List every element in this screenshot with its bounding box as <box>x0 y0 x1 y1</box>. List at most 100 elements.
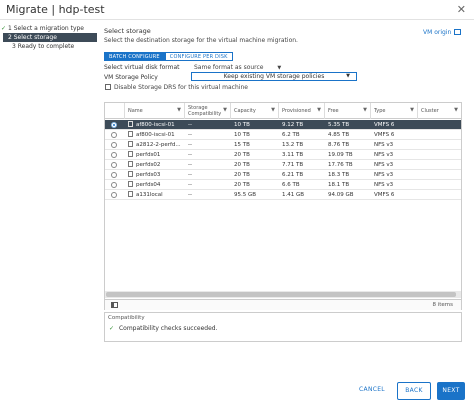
header-name[interactable]: Name ▼ <box>125 103 185 119</box>
cell-provisioned: 6.6 TB <box>279 180 325 190</box>
column-toggle-icon[interactable] <box>111 302 118 308</box>
step-label: 3 Ready to complete <box>12 43 75 50</box>
row-radio[interactable] <box>111 182 117 188</box>
cell-provisioned: 6.2 TB <box>279 130 325 140</box>
header-storage-compat[interactable]: Storage Compatibility ▼ <box>185 103 231 119</box>
filter-icon[interactable]: ▼ <box>271 107 275 114</box>
filter-icon[interactable]: ▼ <box>410 107 414 114</box>
step-select-migration-type[interactable]: ✓ 1 Select a migration type <box>0 24 100 33</box>
header-type[interactable]: Type ▼ <box>371 103 418 119</box>
dialog-title: Migrate | hdp-test <box>6 3 105 16</box>
cell-text: a2812-2-perfd... <box>136 142 181 148</box>
cell-text: -- <box>188 152 192 158</box>
cell-free: 18.1 TB <box>325 180 371 190</box>
check-icon: ✓ <box>109 325 115 332</box>
row-radio[interactable] <box>111 122 117 128</box>
cell-free: 18.3 TB <box>325 170 371 180</box>
back-button[interactable]: BACK <box>397 382 431 400</box>
header-cluster[interactable]: Cluster ▼ <box>418 103 461 119</box>
cell-cluster <box>418 180 461 190</box>
filter-icon[interactable]: ▼ <box>317 107 321 114</box>
filter-icon[interactable]: ▼ <box>363 107 367 114</box>
disable-drs-label: Disable Storage DRS for this virtual mac… <box>114 84 248 91</box>
header-capacity[interactable]: Capacity ▼ <box>231 103 279 119</box>
tab-batch-configure[interactable]: BATCH CONFIGURE <box>104 52 165 61</box>
datastore-icon <box>128 171 133 177</box>
section-description: Select the destination storage for the v… <box>104 37 298 44</box>
grid-footer: 8 items <box>105 299 461 310</box>
cell-text: NFS v3 <box>374 142 394 148</box>
cell-cluster <box>418 150 461 160</box>
cell-cluster <box>418 190 461 200</box>
cell-name: perfds03 <box>125 170 185 180</box>
tab-configure-per-disk[interactable]: CONFIGURE PER DISK <box>164 52 233 61</box>
cell-text: perfds03 <box>136 172 161 178</box>
cell-text: 4.85 TB <box>328 132 350 138</box>
grid-header: Name ▼ Storage Compatibility ▼ Capacity … <box>105 103 461 119</box>
cell-compat: -- <box>185 180 231 190</box>
step-select-storage[interactable]: 2 Select storage <box>3 33 97 42</box>
table-row[interactable]: af800-iscsi-01 -- 10 TB 6.2 TB 4.85 TB VMFS 6 <box>105 130 461 140</box>
cell-capacity: 20 TB <box>231 180 279 190</box>
cell-free: 4.85 TB <box>325 130 371 140</box>
cell-capacity: 10 TB <box>231 130 279 140</box>
cell-text: a131local <box>136 192 163 198</box>
filter-icon[interactable]: ▼ <box>454 107 458 114</box>
cell-cluster <box>418 140 461 150</box>
cell-compat: -- <box>185 190 231 200</box>
chevron-down-icon: ▼ <box>277 65 282 71</box>
disable-drs-checkbox[interactable] <box>105 84 111 90</box>
cell-compat: -- <box>185 170 231 180</box>
disk-format-select[interactable]: Same format as source ▼ <box>194 64 281 71</box>
cell-text: 10 TB <box>234 132 250 138</box>
cell-free: 17.76 TB <box>325 160 371 170</box>
table-row[interactable]: perfds02 -- 20 TB 7.71 TB 17.76 TB NFS v3 <box>105 160 461 170</box>
table-row[interactable]: perfds04 -- 20 TB 6.6 TB 18.1 TB NFS v3 <box>105 180 461 190</box>
cell-text: -- <box>188 132 192 138</box>
storage-policy-select[interactable]: Keep existing VM storage policies ▼ <box>191 72 357 81</box>
header-free[interactable]: Free ▼ <box>325 103 371 119</box>
table-row[interactable]: a131local -- 95.5 GB 1.41 GB 94.09 GB VMFS 6 <box>105 190 461 200</box>
row-radio[interactable] <box>111 132 117 138</box>
datastore-icon <box>128 151 133 157</box>
cell-text: 9.12 TB <box>282 122 304 128</box>
row-radio[interactable] <box>111 162 117 168</box>
cell-text: perfds01 <box>136 152 161 158</box>
table-row[interactable]: af800-iscsi-01 -- 10 TB 9.12 TB 5.35 TB VMFS … <box>105 120 461 130</box>
cell-type: NFS v3 <box>371 170 418 180</box>
header-provisioned[interactable]: Provisioned ▼ <box>279 103 325 119</box>
close-icon[interactable]: ✕ <box>457 3 466 16</box>
step-ready-to-complete[interactable]: 3 Ready to complete <box>0 42 100 51</box>
cell-type: NFS v3 <box>371 140 418 150</box>
cell-text: af800-iscsi-01 <box>136 132 175 138</box>
row-radio[interactable] <box>111 192 117 198</box>
cell-cluster <box>418 130 461 140</box>
table-row[interactable]: perfds01 -- 20 TB 3.11 TB 19.09 TB NFS v3 <box>105 150 461 160</box>
step-label: 2 Select storage <box>8 34 57 41</box>
row-radio[interactable] <box>111 172 117 178</box>
table-row[interactable]: a2812-2-perfd... -- 15 TB 13.2 TB 8.76 TB NFS… <box>105 140 461 150</box>
header-name-label: Name <box>128 108 143 114</box>
cell-capacity: 15 TB <box>231 140 279 150</box>
row-radio[interactable] <box>111 152 117 158</box>
next-button[interactable]: NEXT <box>437 382 465 400</box>
cell-text: 1.41 GB <box>282 192 305 198</box>
datastore-icon <box>128 121 133 127</box>
cancel-button[interactable]: CANCEL <box>353 382 391 400</box>
info-icon <box>454 29 462 35</box>
scrollbar-thumb[interactable] <box>106 292 456 297</box>
filter-icon[interactable]: ▼ <box>223 107 227 114</box>
cell-text: -- <box>188 172 192 178</box>
disk-format-value: Same format as source <box>194 64 264 71</box>
cell-compat: -- <box>185 140 231 150</box>
row-radio[interactable] <box>111 142 117 148</box>
datastore-icon <box>128 141 133 147</box>
cell-text: -- <box>188 192 192 198</box>
cell-free: 19.09 TB <box>325 150 371 160</box>
storage-policy-label: VM Storage Policy <box>104 74 158 81</box>
vm-origin-link[interactable]: VM origin <box>423 29 462 36</box>
horizontal-scrollbar[interactable] <box>105 291 461 298</box>
table-row[interactable]: perfds03 -- 20 TB 6.21 TB 18.3 TB NFS v3 <box>105 170 461 180</box>
cell-text: perfds02 <box>136 162 161 168</box>
filter-icon[interactable]: ▼ <box>177 107 181 114</box>
